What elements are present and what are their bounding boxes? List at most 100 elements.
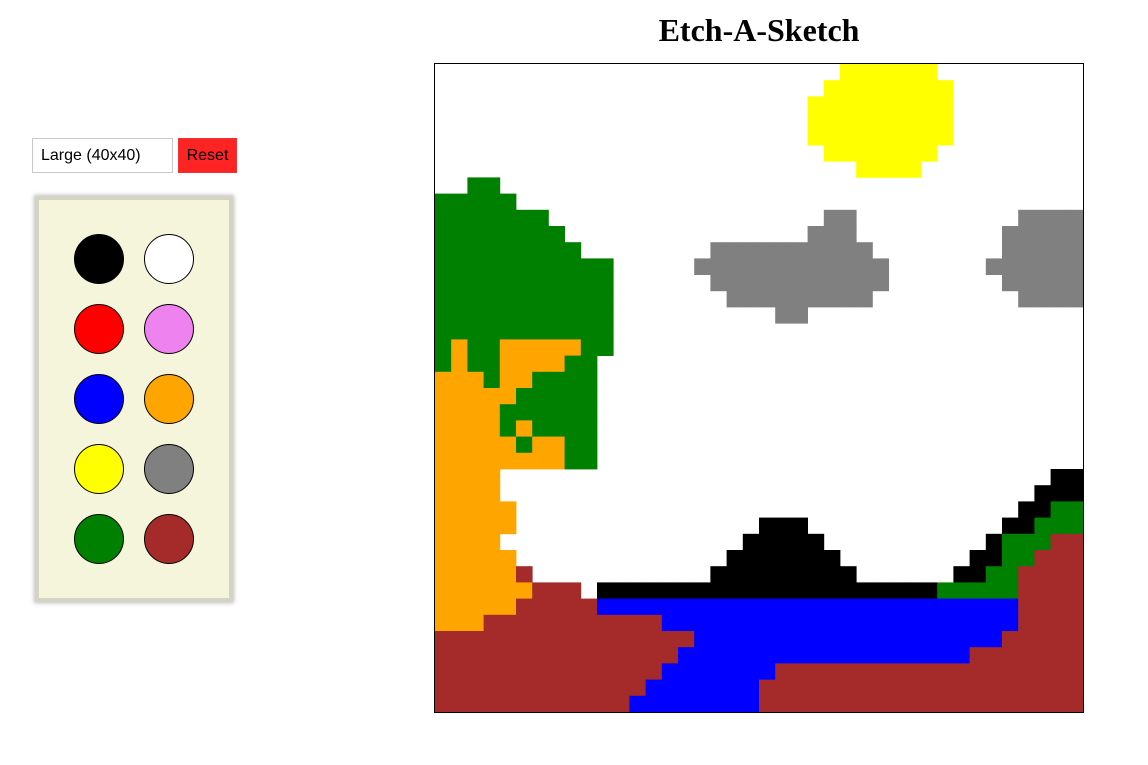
grid-cell[interactable]	[629, 631, 646, 648]
grid-cell[interactable]	[823, 226, 841, 243]
grid-cell[interactable]	[451, 258, 468, 275]
grid-cell[interactable]	[985, 258, 1003, 275]
grid-cell[interactable]	[791, 582, 808, 599]
grid-cell[interactable]	[532, 436, 549, 454]
grid-cell[interactable]	[1050, 614, 1068, 632]
grid-cell[interactable]	[467, 679, 484, 697]
grid-cell[interactable]	[467, 663, 484, 680]
grid-cell[interactable]	[791, 631, 808, 648]
grid-cell[interactable]	[483, 290, 501, 308]
grid-cell[interactable]	[904, 128, 922, 146]
grid-cell[interactable]	[548, 339, 565, 356]
grid-cell[interactable]	[580, 679, 598, 697]
grid-cell[interactable]	[516, 355, 533, 373]
grid-cell[interactable]	[1066, 242, 1083, 259]
grid-cell[interactable]	[1050, 582, 1068, 599]
grid-cell[interactable]	[1002, 614, 1019, 632]
grid-cell[interactable]	[499, 566, 517, 583]
grid-cell[interactable]	[742, 550, 760, 567]
grid-cell[interactable]	[823, 647, 841, 664]
grid-cell[interactable]	[499, 371, 517, 389]
grid-cell[interactable]	[1018, 501, 1035, 518]
grid-cell[interactable]	[856, 96, 873, 113]
grid-cell[interactable]	[759, 258, 776, 275]
grid-cell[interactable]	[1034, 663, 1051, 680]
grid-cell[interactable]	[775, 598, 792, 616]
grid-cell[interactable]	[872, 96, 889, 113]
grid-cell[interactable]	[840, 679, 857, 697]
grid-cell[interactable]	[483, 582, 501, 599]
grid-cell[interactable]	[548, 290, 565, 308]
grid-cell[interactable]	[532, 290, 549, 308]
grid-cell[interactable]	[742, 533, 760, 551]
grid-cell[interactable]	[759, 290, 776, 308]
grid-cell[interactable]	[532, 307, 549, 324]
grid-cell[interactable]	[532, 598, 549, 616]
grid-cell[interactable]	[1002, 242, 1019, 259]
grid-cell[interactable]	[451, 339, 468, 356]
grid-cell[interactable]	[807, 566, 825, 583]
grid-cell[interactable]	[872, 631, 889, 648]
grid-cell[interactable]	[499, 209, 517, 227]
grid-cell[interactable]	[710, 242, 727, 259]
swatch-red[interactable]	[74, 304, 124, 354]
grid-cell[interactable]	[921, 64, 938, 81]
grid-cell[interactable]	[548, 355, 565, 373]
grid-cell[interactable]	[823, 80, 841, 97]
grid-cell[interactable]	[483, 598, 501, 616]
grid-cell[interactable]	[467, 404, 484, 421]
grid-cell[interactable]	[499, 307, 517, 324]
grid-cell[interactable]	[791, 614, 808, 632]
grid-cell[interactable]	[775, 695, 792, 712]
grid-cell[interactable]	[1066, 469, 1083, 486]
grid-cell[interactable]	[499, 695, 517, 712]
grid-cell[interactable]	[872, 80, 889, 97]
grid-cell[interactable]	[985, 695, 1003, 712]
grid-cell[interactable]	[661, 679, 679, 697]
grid-cell[interactable]	[1050, 258, 1068, 275]
grid-cell[interactable]	[516, 452, 533, 470]
grid-cell[interactable]	[548, 663, 565, 680]
grid-cell[interactable]	[548, 598, 565, 616]
grid-cell[interactable]	[1002, 647, 1019, 664]
grid-cell[interactable]	[888, 161, 906, 178]
grid-cell[interactable]	[564, 631, 582, 648]
grid-cell[interactable]	[807, 533, 825, 551]
grid-cell[interactable]	[467, 290, 484, 308]
grid-cell[interactable]	[1066, 550, 1083, 567]
grid-cell[interactable]	[483, 452, 501, 470]
grid-cell[interactable]	[823, 290, 841, 308]
swatch-yellow[interactable]	[74, 444, 124, 494]
grid-cell[interactable]	[629, 647, 646, 664]
grid-cell[interactable]	[840, 80, 857, 97]
grid-cell[interactable]	[807, 226, 825, 243]
grid-cell[interactable]	[532, 582, 549, 599]
grid-cell[interactable]	[1018, 598, 1035, 616]
grid-cell[interactable]	[597, 323, 614, 340]
grid-cell[interactable]	[532, 663, 549, 680]
grid-cell[interactable]	[516, 420, 533, 437]
grid-cell[interactable]	[483, 614, 501, 632]
grid-cell[interactable]	[985, 679, 1003, 697]
grid-cell[interactable]	[483, 679, 501, 697]
grid-cell[interactable]	[580, 404, 598, 421]
grid-cell[interactable]	[435, 258, 452, 275]
grid-cell[interactable]	[435, 388, 452, 405]
grid-cell[interactable]	[710, 663, 727, 680]
grid-cell[interactable]	[759, 566, 776, 583]
grid-cell[interactable]	[483, 258, 501, 275]
grid-cell[interactable]	[726, 550, 744, 567]
grid-cell[interactable]	[451, 695, 468, 712]
grid-cell[interactable]	[807, 258, 825, 275]
grid-cell[interactable]	[726, 274, 744, 292]
grid-cell[interactable]	[467, 307, 484, 324]
grid-cell[interactable]	[888, 96, 906, 113]
grid-cell[interactable]	[775, 258, 792, 275]
grid-cell[interactable]	[532, 614, 549, 632]
grid-cell[interactable]	[564, 614, 582, 632]
grid-cell[interactable]	[807, 695, 825, 712]
grid-cell[interactable]	[483, 193, 501, 211]
grid-cell[interactable]	[678, 679, 695, 697]
grid-cell[interactable]	[759, 631, 776, 648]
grid-cell[interactable]	[451, 485, 468, 502]
